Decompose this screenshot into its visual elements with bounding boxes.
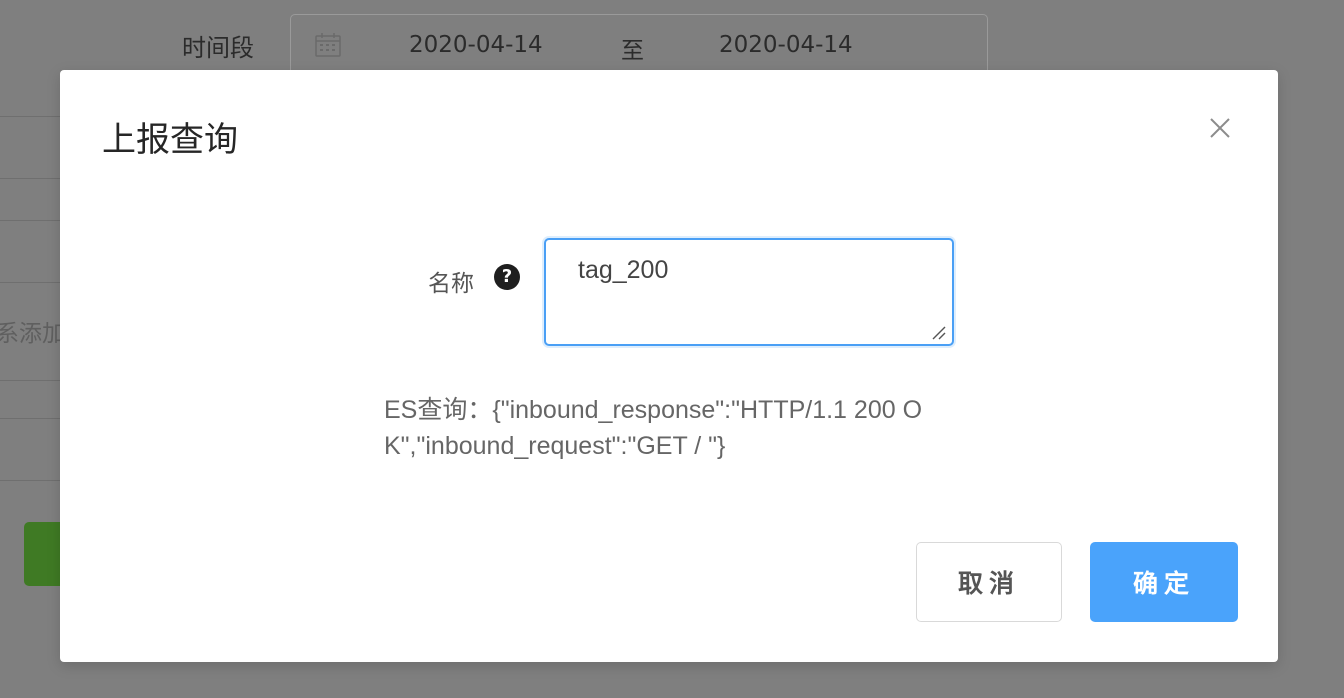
background-text-fragment: 系添加 xyxy=(0,321,60,347)
row-divider xyxy=(0,480,60,481)
name-textarea[interactable]: tag_200 xyxy=(544,238,954,346)
dialog-title: 上报查询 xyxy=(102,120,238,160)
close-icon[interactable] xyxy=(1206,114,1234,142)
question-circle-icon[interactable]: ? xyxy=(494,264,520,290)
calendar-icon xyxy=(315,33,341,61)
row-divider xyxy=(0,116,60,117)
end-date: 2020-04-14 xyxy=(719,32,853,58)
report-query-dialog: 上报查询 名称 ? tag_200 ES查询：{"inbound_respons… xyxy=(60,70,1278,662)
time-range-label: 时间段 xyxy=(182,34,254,62)
resize-handle-icon[interactable] xyxy=(930,324,946,344)
es-query-text: ES查询：{"inbound_response":"HTTP/1.1 200 O… xyxy=(384,396,923,460)
row-divider xyxy=(0,178,60,179)
row-divider xyxy=(0,282,60,283)
row-divider xyxy=(0,220,60,221)
confirm-button[interactable]: 确定 xyxy=(1090,542,1238,622)
name-field-label: 名称 xyxy=(428,271,474,297)
cancel-button[interactable]: 取消 xyxy=(916,542,1062,622)
row-divider xyxy=(0,418,60,419)
start-date: 2020-04-14 xyxy=(409,32,543,58)
row-divider xyxy=(0,380,60,381)
range-separator: 至 xyxy=(621,38,644,64)
